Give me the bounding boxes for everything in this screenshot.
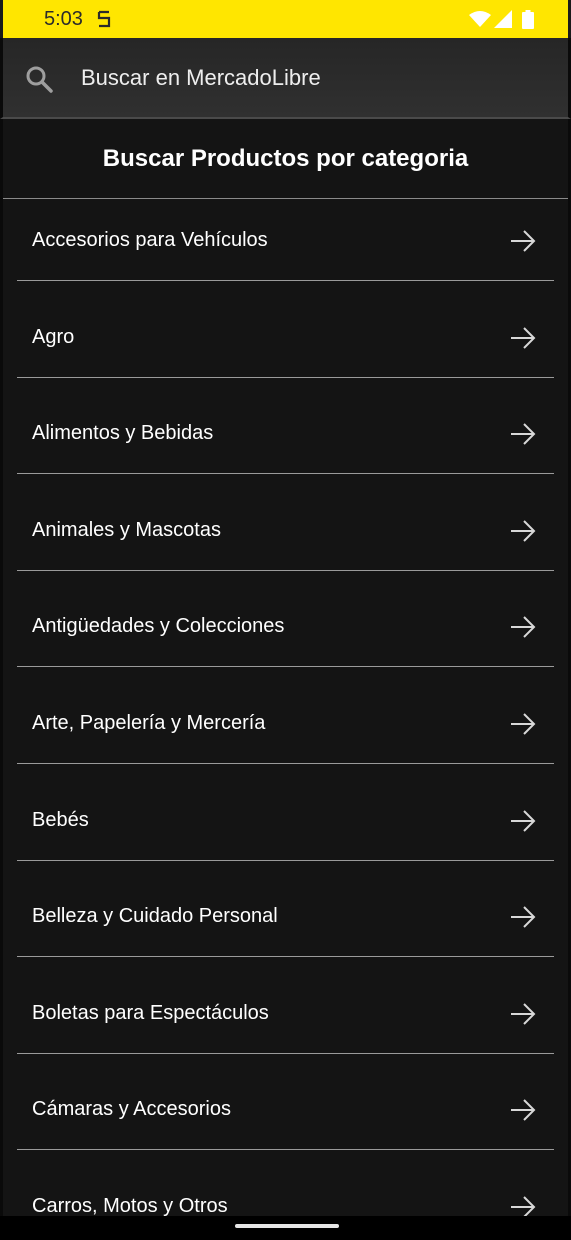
category-label: Accesorios para Vehículos bbox=[32, 229, 268, 251]
arrow-right-icon[interactable] bbox=[510, 519, 536, 543]
wifi-icon bbox=[469, 11, 491, 27]
search-icon[interactable] bbox=[25, 65, 53, 93]
category-item[interactable]: Bebés bbox=[17, 764, 554, 861]
page-title: Buscar Productos por categoria bbox=[3, 119, 568, 199]
category-item[interactable]: Belleza y Cuidado Personal bbox=[17, 861, 554, 958]
category-label: Bebés bbox=[32, 808, 89, 831]
category-item[interactable]: Carros, Motos y Otros bbox=[17, 1150, 554, 1217]
arrow-right-icon[interactable] bbox=[510, 905, 536, 929]
home-indicator[interactable] bbox=[235, 1224, 339, 1228]
arrow-right-icon[interactable] bbox=[510, 326, 536, 350]
arrow-right-icon[interactable] bbox=[510, 809, 536, 833]
search-input[interactable]: Buscar en MercadoLibre bbox=[81, 65, 321, 91]
navigation-bar bbox=[0, 1216, 571, 1240]
arrow-right-icon[interactable] bbox=[510, 229, 536, 253]
arrow-right-icon[interactable] bbox=[510, 1195, 536, 1217]
search-bar[interactable]: Buscar en MercadoLibre bbox=[0, 38, 571, 119]
category-item[interactable]: Accesorios para Vehículos bbox=[17, 199, 554, 281]
arrow-right-icon[interactable] bbox=[510, 615, 536, 639]
status-time: 5:03 bbox=[44, 8, 83, 30]
category-list: Accesorios para Vehículos Agro Alimentos y… bbox=[3, 199, 568, 1217]
battery-icon bbox=[522, 10, 534, 29]
categories-section: Buscar Productos por categoria Accesorio… bbox=[0, 119, 571, 1217]
category-item[interactable]: Arte, Papelería y Mercería bbox=[17, 667, 554, 764]
signal-icon bbox=[494, 10, 512, 28]
category-item[interactable]: Antigüedades y Colecciones bbox=[17, 571, 554, 668]
category-item[interactable]: Agro bbox=[17, 281, 554, 378]
category-label: Carros, Motos y Otros bbox=[32, 1194, 228, 1217]
category-label: Cámaras y Accesorios bbox=[32, 1098, 231, 1121]
category-item[interactable]: Alimentos y Bebidas bbox=[17, 378, 554, 475]
category-label: Agro bbox=[32, 325, 75, 348]
arrow-right-icon[interactable] bbox=[510, 712, 536, 736]
category-label: Alimentos y Bebidas bbox=[32, 422, 214, 445]
category-label: Boletas para Espectáculos bbox=[32, 1001, 269, 1024]
status-bar: 5:03 bbox=[0, 0, 571, 38]
s-app-icon bbox=[97, 10, 111, 28]
category-label: Antigüedades y Colecciones bbox=[32, 615, 285, 638]
arrow-right-icon[interactable] bbox=[510, 1002, 536, 1026]
category-item[interactable]: Animales y Mascotas bbox=[17, 474, 554, 571]
arrow-right-icon[interactable] bbox=[510, 1098, 536, 1122]
category-label: Belleza y Cuidado Personal bbox=[32, 905, 278, 928]
arrow-right-icon[interactable] bbox=[510, 422, 536, 446]
category-label: Arte, Papelería y Mercería bbox=[32, 711, 266, 734]
category-label: Animales y Mascotas bbox=[32, 518, 221, 541]
category-item[interactable]: Cámaras y Accesorios bbox=[17, 1054, 554, 1151]
category-item[interactable]: Boletas para Espectáculos bbox=[17, 957, 554, 1054]
